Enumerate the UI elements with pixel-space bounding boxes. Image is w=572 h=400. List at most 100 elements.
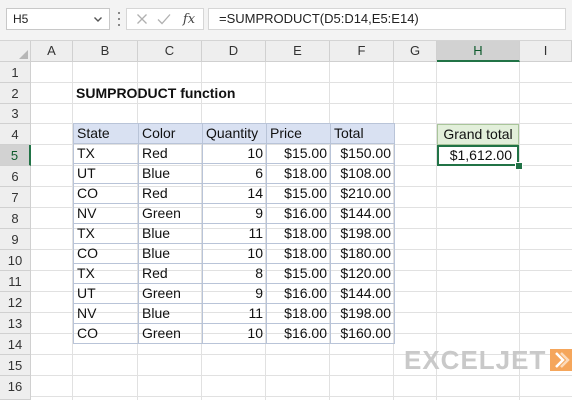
- price-cell[interactable]: $16.00: [266, 283, 331, 304]
- cancel-icon[interactable]: [133, 9, 151, 29]
- table-row: NV Blue 11 $18.00 $198.00: [73, 303, 395, 324]
- exceljet-logo: EXCELJET: [404, 344, 572, 375]
- color-cell[interactable]: Blue: [138, 243, 203, 264]
- state-cell[interactable]: TX: [73, 143, 139, 164]
- total-cell[interactable]: $180.00: [330, 243, 395, 264]
- price-cell[interactable]: $18.00: [266, 163, 331, 184]
- row-header-3[interactable]: 3: [0, 104, 31, 124]
- total-cell[interactable]: $144.00: [330, 203, 395, 224]
- sheet-title[interactable]: SUMPRODUCT function: [76, 83, 235, 103]
- color-cell[interactable]: Red: [138, 143, 203, 164]
- color-cell[interactable]: Blue: [138, 163, 203, 184]
- row-header-4[interactable]: 4: [0, 124, 31, 145]
- quantity-cell[interactable]: 9: [202, 283, 267, 304]
- formula-input[interactable]: =SUMPRODUCT(D5:D14,E5:E14): [208, 8, 566, 30]
- total-cell[interactable]: $160.00: [330, 323, 395, 344]
- table-row: TX Blue 11 $18.00 $198.00: [73, 223, 395, 244]
- quantity-cell[interactable]: 8: [202, 263, 267, 284]
- header-price[interactable]: Price: [266, 123, 331, 144]
- table-row: CO Red 14 $15.00 $210.00: [73, 183, 395, 204]
- drag-handle-icon[interactable]: [116, 12, 122, 26]
- price-cell[interactable]: $16.00: [266, 203, 331, 224]
- logo-text: EXCELJET: [404, 344, 547, 375]
- row-header-11[interactable]: 11: [0, 271, 31, 292]
- column-header-c[interactable]: C: [138, 41, 202, 62]
- state-cell[interactable]: UT: [73, 163, 139, 184]
- column-header-a[interactable]: A: [31, 41, 73, 62]
- total-cell[interactable]: $120.00: [330, 263, 395, 284]
- price-cell[interactable]: $15.00: [266, 183, 331, 204]
- row-header-5[interactable]: 5: [0, 145, 31, 166]
- color-cell[interactable]: Green: [138, 283, 203, 304]
- total-cell[interactable]: $198.00: [330, 223, 395, 244]
- gridline: [31, 396, 572, 397]
- color-cell[interactable]: Red: [138, 183, 203, 204]
- column-header-f[interactable]: F: [330, 41, 394, 62]
- row-header-12[interactable]: 12: [0, 292, 31, 313]
- header-total[interactable]: Total: [330, 123, 395, 144]
- quantity-cell[interactable]: 14: [202, 183, 267, 204]
- chevron-down-icon[interactable]: [91, 9, 105, 29]
- row-header-10[interactable]: 10: [0, 250, 31, 271]
- column-header-h[interactable]: H: [437, 41, 520, 62]
- color-cell[interactable]: Green: [138, 323, 203, 344]
- state-cell[interactable]: TX: [73, 263, 139, 284]
- quantity-cell[interactable]: 9: [202, 203, 267, 224]
- fill-handle[interactable]: [515, 162, 523, 170]
- state-cell[interactable]: CO: [73, 183, 139, 204]
- column-header-g[interactable]: G: [394, 41, 437, 62]
- state-cell[interactable]: NV: [73, 303, 139, 324]
- row-header-14[interactable]: 14: [0, 334, 31, 355]
- total-cell[interactable]: $144.00: [330, 283, 395, 304]
- header-state[interactable]: State: [73, 123, 139, 144]
- quantity-cell[interactable]: 6: [202, 163, 267, 184]
- total-cell[interactable]: $210.00: [330, 183, 395, 204]
- price-cell[interactable]: $15.00: [266, 263, 331, 284]
- row-header-6[interactable]: 6: [0, 166, 31, 187]
- quantity-cell[interactable]: 10: [202, 323, 267, 344]
- quantity-cell[interactable]: 11: [202, 223, 267, 244]
- color-cell[interactable]: Green: [138, 203, 203, 224]
- fx-icon[interactable]: fx: [179, 9, 199, 29]
- column-header-b[interactable]: B: [73, 41, 138, 62]
- select-all-icon[interactable]: [0, 41, 31, 62]
- column-header-d[interactable]: D: [202, 41, 266, 62]
- total-cell[interactable]: $198.00: [330, 303, 395, 324]
- header-quantity[interactable]: Quantity: [202, 123, 267, 144]
- quantity-cell[interactable]: 11: [202, 303, 267, 324]
- row-header-16[interactable]: 16: [0, 376, 31, 400]
- row-header-2[interactable]: 2: [0, 83, 31, 104]
- quantity-cell[interactable]: 10: [202, 143, 267, 164]
- grand-total-label[interactable]: Grand total: [437, 124, 519, 145]
- state-cell[interactable]: UT: [73, 283, 139, 304]
- row-header-1[interactable]: 1: [0, 62, 31, 83]
- price-cell[interactable]: $18.00: [266, 303, 331, 324]
- row-header-15[interactable]: 15: [0, 355, 31, 376]
- row-header-9[interactable]: 9: [0, 229, 31, 250]
- color-cell[interactable]: Red: [138, 263, 203, 284]
- color-cell[interactable]: Blue: [138, 223, 203, 244]
- state-cell[interactable]: CO: [73, 323, 139, 344]
- total-cell[interactable]: $108.00: [330, 163, 395, 184]
- table-row: UT Green 9 $16.00 $144.00: [73, 283, 395, 304]
- name-box[interactable]: H5: [6, 8, 110, 30]
- price-cell[interactable]: $18.00: [266, 223, 331, 244]
- state-cell[interactable]: TX: [73, 223, 139, 244]
- header-color[interactable]: Color: [138, 123, 203, 144]
- grand-total-cell[interactable]: $1,612.00: [437, 145, 519, 166]
- row-header-13[interactable]: 13: [0, 313, 31, 334]
- row-header-8[interactable]: 8: [0, 208, 31, 229]
- column-header-e[interactable]: E: [266, 41, 330, 62]
- total-cell[interactable]: $150.00: [330, 143, 395, 164]
- price-cell[interactable]: $16.00: [266, 323, 331, 344]
- confirm-icon[interactable]: [155, 9, 173, 29]
- quantity-cell[interactable]: 10: [202, 243, 267, 264]
- state-cell[interactable]: NV: [73, 203, 139, 224]
- row-header-7[interactable]: 7: [0, 187, 31, 208]
- color-cell[interactable]: Blue: [138, 303, 203, 324]
- formula-bar-area: H5 fx =SUMPRODUCT(D5:D14,E5:E14): [0, 0, 572, 41]
- column-header-i[interactable]: I: [520, 41, 572, 62]
- price-cell[interactable]: $15.00: [266, 143, 331, 164]
- price-cell[interactable]: $18.00: [266, 243, 331, 264]
- state-cell[interactable]: CO: [73, 243, 139, 264]
